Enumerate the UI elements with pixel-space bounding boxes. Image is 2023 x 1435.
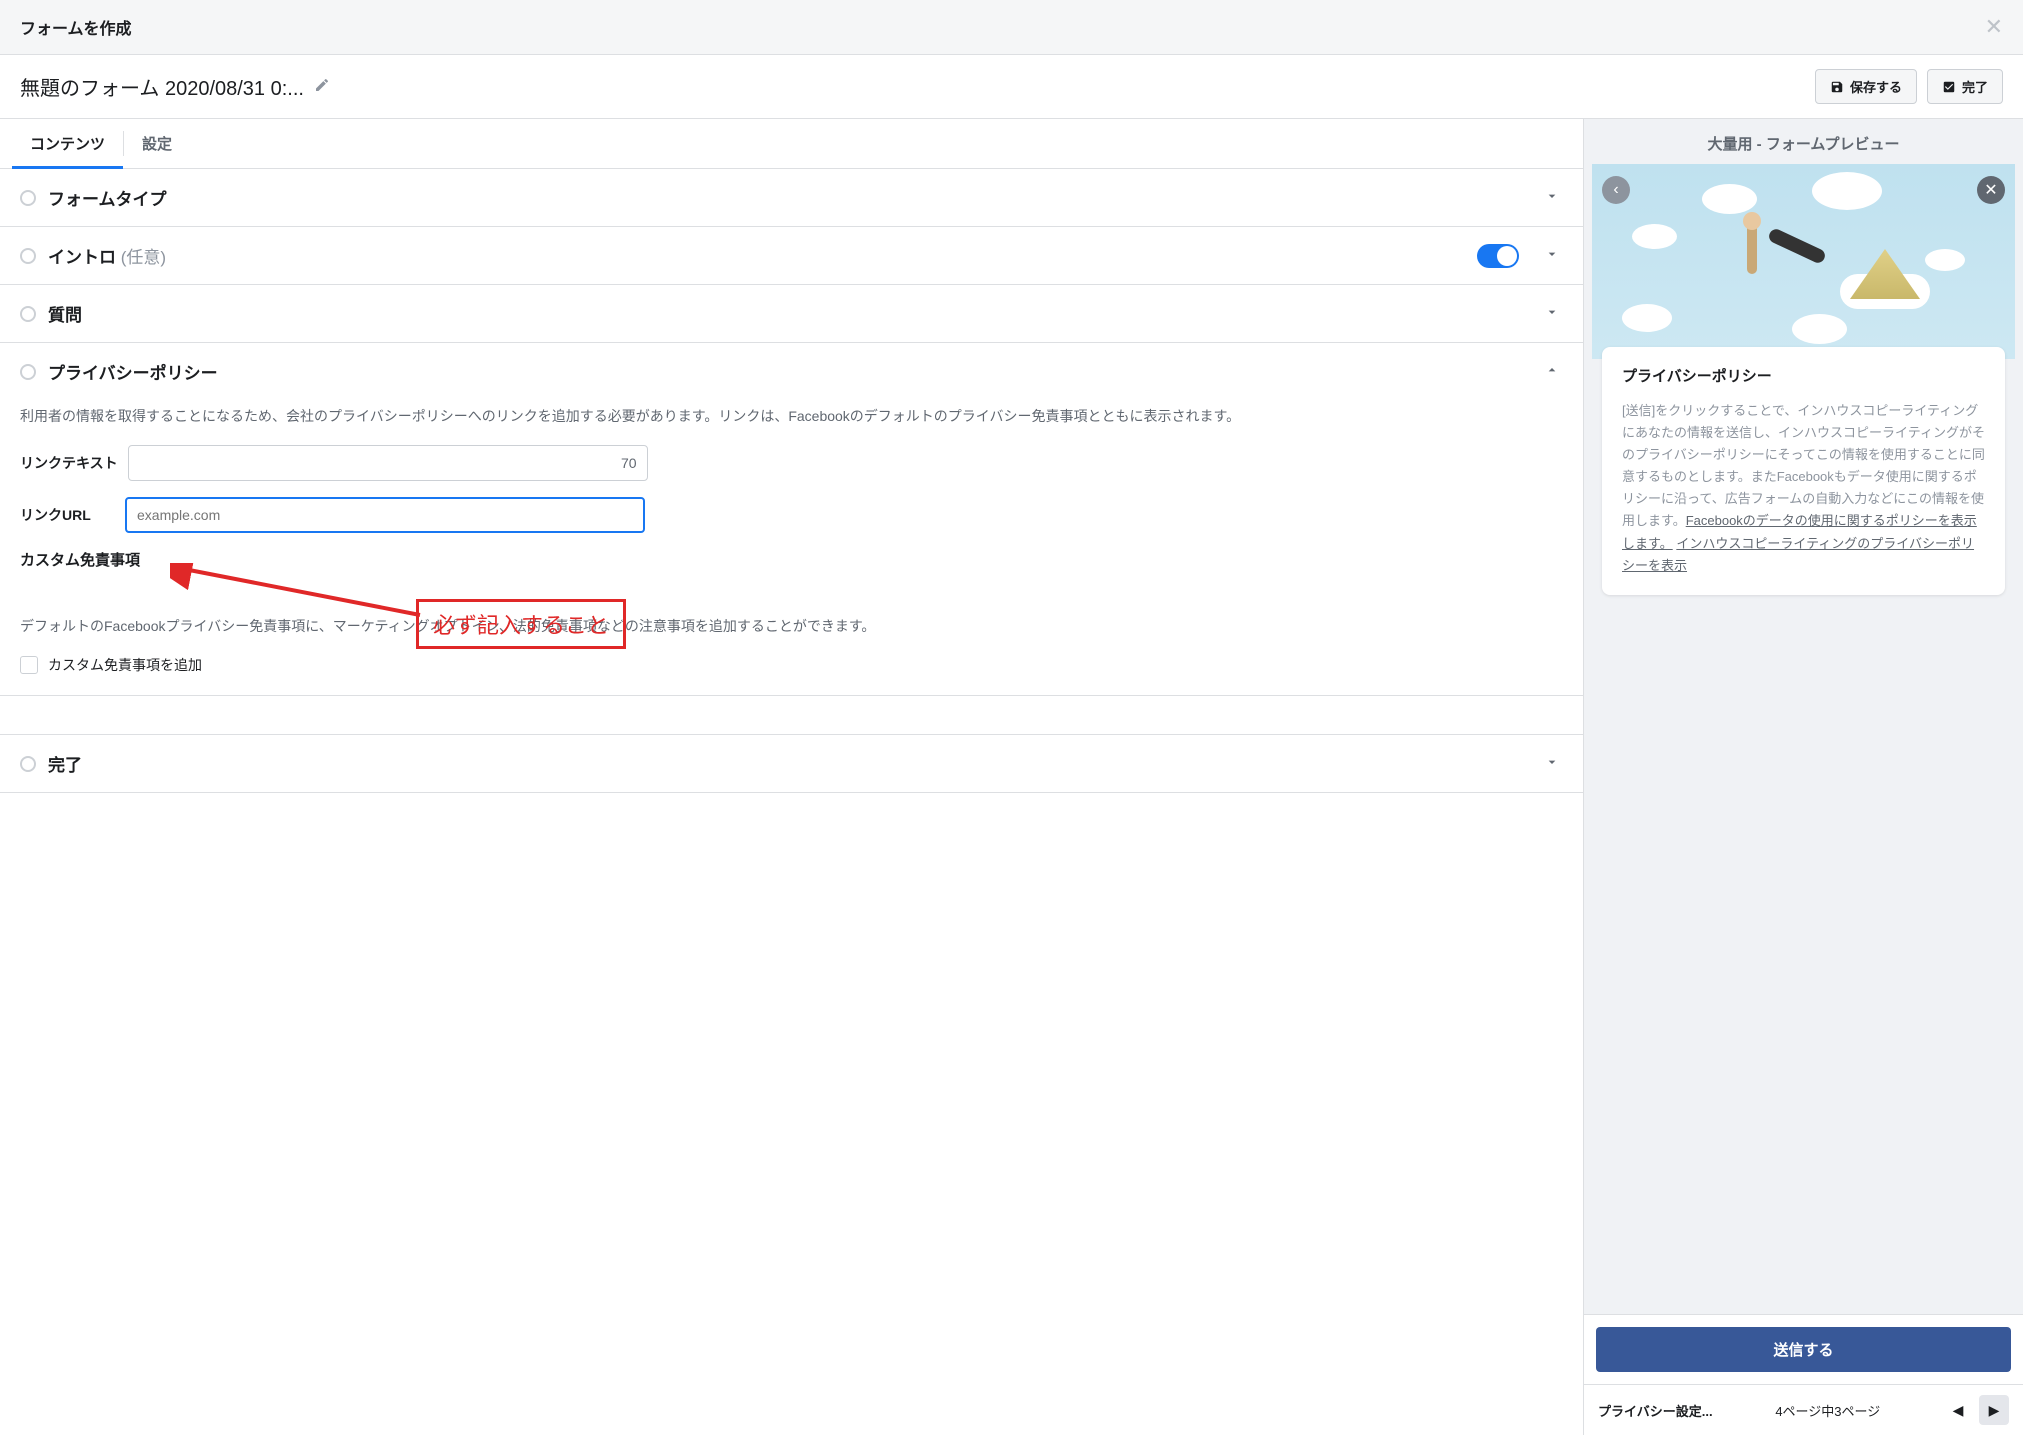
submit-button[interactable]: 送信する: [1596, 1327, 2011, 1372]
add-custom-label: カスタム免責事項を追加: [48, 655, 202, 675]
privacy-description: 利用者の情報を取得することになるため、会社のプライバシーポリシーへのリンクを追加…: [20, 406, 1563, 427]
save-label: 保存する: [1850, 77, 1902, 96]
annotation-arrow: [170, 563, 430, 623]
section-questions[interactable]: 質問: [0, 285, 1583, 342]
chevron-down-icon: [1541, 304, 1563, 323]
page-next-button[interactable]: ▶: [1979, 1395, 2009, 1425]
page-indicator: 4ページ中3ページ: [1775, 1401, 1880, 1420]
section-complete[interactable]: 完了: [0, 735, 1583, 792]
link-url-label: リンクURL: [20, 505, 115, 525]
preview-link-company[interactable]: インハウスコピーライティングのプライバシーポリシーを表示: [1622, 536, 1974, 573]
link-text-input[interactable]: 70: [128, 445, 648, 481]
tab-content[interactable]: コンテンツ: [12, 119, 123, 168]
chevron-down-icon: [1541, 246, 1563, 265]
link-text-label: リンクテキスト: [20, 453, 118, 473]
section-title: フォームタイプ: [48, 185, 1529, 210]
form-name: 無題のフォーム 2020/08/31 0:...: [20, 72, 304, 101]
radio-icon: [20, 306, 36, 322]
preview-card-title: プライバシーポリシー: [1622, 365, 1985, 386]
chevron-down-icon: [1541, 754, 1563, 773]
radio-icon: [20, 756, 36, 772]
preview-card-body: [送信]をクリックすることで、インハウスコピーライティングにあなたの情報を送信し…: [1622, 400, 1985, 577]
close-icon[interactable]: ✕: [1985, 14, 2003, 40]
pager: プライバシー設定... 4ページ中3ページ ◀ ▶: [1584, 1384, 2023, 1435]
chevron-up-icon: [1541, 362, 1563, 381]
annotation-label: 必ず記入すること: [416, 599, 626, 649]
preview-image: ‹ ✕: [1592, 164, 2015, 359]
tabs: コンテンツ 設定: [0, 119, 1583, 169]
link-url-input[interactable]: [125, 497, 645, 533]
intro-toggle[interactable]: [1477, 244, 1519, 268]
preview-header: 大量用 - フォームプレビュー: [1584, 119, 2023, 164]
preview-prev-icon[interactable]: ‹: [1602, 176, 1630, 204]
section-title: 質問: [48, 301, 1529, 326]
section-intro[interactable]: イントロ (任意): [0, 227, 1583, 284]
section-privacy[interactable]: プライバシーポリシー: [0, 343, 1583, 400]
add-custom-checkbox[interactable]: [20, 656, 38, 674]
radio-icon: [20, 364, 36, 380]
radio-icon: [20, 190, 36, 206]
section-title: イントロ (任意): [48, 243, 1465, 268]
preview-card: プライバシーポリシー [送信]をクリックすることで、インハウスコピーライティング…: [1602, 347, 2005, 595]
preview-close-icon[interactable]: ✕: [1977, 176, 2005, 204]
modal-header: フォームを作成 ✕: [0, 0, 2023, 55]
page-prev-button[interactable]: ◀: [1943, 1395, 1973, 1425]
save-icon: [1830, 80, 1844, 94]
tab-settings[interactable]: 設定: [124, 119, 190, 168]
finish-label: 完了: [1962, 77, 1988, 96]
radio-icon: [20, 248, 36, 264]
finish-icon: [1942, 80, 1956, 94]
modal-title: フォームを作成: [20, 15, 132, 39]
save-button[interactable]: 保存する: [1815, 69, 1917, 104]
section-form-type[interactable]: フォームタイプ: [0, 169, 1583, 226]
edit-icon[interactable]: [314, 77, 330, 96]
section-title: 完了: [48, 751, 1529, 776]
chevron-down-icon: [1541, 188, 1563, 207]
form-title-row: 無題のフォーム 2020/08/31 0:... 保存する 完了: [0, 55, 2023, 119]
privacy-settings-link[interactable]: プライバシー設定...: [1598, 1401, 1713, 1420]
section-title: プライバシーポリシー: [48, 359, 1529, 384]
finish-button[interactable]: 完了: [1927, 69, 2003, 104]
